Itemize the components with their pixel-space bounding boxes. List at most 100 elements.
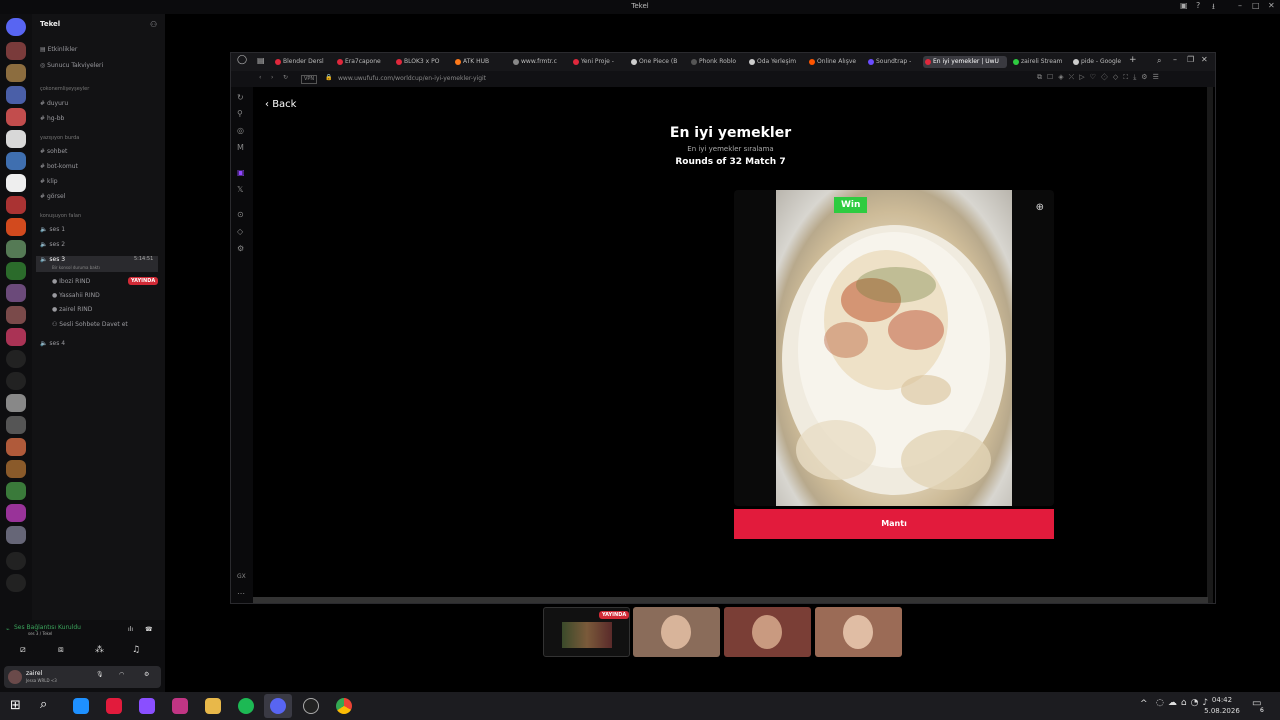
forward-nav-icon[interactable]: › <box>271 74 273 81</box>
lock-icon[interactable]: 🔒 <box>325 74 332 81</box>
server-icon[interactable] <box>6 262 26 280</box>
browser-tab[interactable]: zaireli Stream <box>1011 56 1069 68</box>
mail-icon[interactable]: M <box>237 143 244 152</box>
server-icon[interactable] <box>6 328 26 346</box>
server-icon[interactable] <box>6 306 26 324</box>
stream-tile[interactable]: YAYINDA <box>543 607 630 657</box>
server-icon[interactable] <box>6 108 26 126</box>
channel-gorsel[interactable]: # görsel <box>40 193 65 200</box>
pinboard-icon[interactable]: ◇ <box>237 227 243 236</box>
category-header[interactable]: konuşuyon falan <box>40 213 81 219</box>
headphones-icon[interactable]: ◠ <box>119 671 124 678</box>
channel-duyuru[interactable]: # duyuru <box>40 100 68 107</box>
voice-user[interactable]: ● Yassahii RIND <box>52 292 100 299</box>
server-icon[interactable] <box>6 460 26 478</box>
server-icon[interactable] <box>6 416 26 434</box>
add-friend-icon[interactable]: ⚇ <box>150 20 157 29</box>
mic-icon[interactable]: 🎙 <box>96 671 104 678</box>
server-icon[interactable] <box>6 504 26 522</box>
browser-tab[interactable]: Online Alışve <box>807 56 865 68</box>
server-icon[interactable] <box>6 438 26 456</box>
category-header[interactable]: çokonemlişeyşeyler <box>40 86 89 92</box>
stream-tile[interactable] <box>724 607 811 657</box>
category-header[interactable]: yazışıyon burda <box>40 135 79 141</box>
minimize-button[interactable]: – <box>1238 1 1242 10</box>
soundboard-icon[interactable]: ♫ <box>132 645 140 655</box>
channel-klip[interactable]: # klip <box>40 178 58 185</box>
opera-gx-icon[interactable] <box>106 698 122 714</box>
stream-tile[interactable] <box>815 607 902 657</box>
zoom-icon[interactable]: ⊕ <box>1036 202 1044 213</box>
aria-icon[interactable]: ⚲ <box>237 109 243 118</box>
maximize-button[interactable]: □ <box>1252 1 1260 10</box>
windows-start-icon[interactable]: ⊞ <box>10 698 21 713</box>
server-icon[interactable] <box>6 526 26 544</box>
activity-icon[interactable]: ⁂ <box>95 645 104 655</box>
choice-button[interactable]: Mantı <box>734 509 1054 539</box>
connection-channel[interactable]: ses 3 / Tekel <box>28 631 52 636</box>
taskbar-app-icon[interactable] <box>73 698 89 714</box>
minimize-button[interactable]: – <box>1173 55 1177 64</box>
history-icon[interactable]: ↻ <box>237 93 244 102</box>
server-icon[interactable] <box>6 152 26 170</box>
browser-tab[interactable]: ATK HUB <box>453 56 509 68</box>
download-icon[interactable]: ⭳ <box>1212 1 1215 15</box>
disconnect-icon[interactable]: ☎ <box>145 626 152 633</box>
invite-to-voice[interactable]: ⚇ Sesli Sohbete Davet et <box>52 321 128 328</box>
browser-tab[interactable]: BLOK3 x PO <box>394 56 452 68</box>
gx-icon[interactable]: GX <box>237 573 246 580</box>
browser-tab[interactable]: Blender Dersl <box>273 56 331 68</box>
system-clock[interactable]: 04:42 5.08.2026 <box>1200 695 1244 717</box>
browser-tab[interactable]: One Piece (B <box>629 56 687 68</box>
server-icon[interactable] <box>6 174 26 192</box>
taskbar-app-icon[interactable] <box>139 698 155 714</box>
server-icon[interactable] <box>6 218 26 236</box>
browser-tab-active[interactable]: En iyi yemekler | UwU <box>923 56 1007 68</box>
chevron-up-icon[interactable]: ^ <box>1140 699 1148 709</box>
back-button[interactable]: ‹ Back <box>265 99 296 110</box>
instagram-icon[interactable] <box>172 698 188 714</box>
candidate-image[interactable] <box>776 190 1012 506</box>
more-icon[interactable]: ⋯ <box>237 589 245 598</box>
browser-tab[interactable]: Soundtrap - <box>866 56 922 68</box>
browser-tab[interactable]: pide - Google <box>1071 56 1127 68</box>
tab-menu-icon[interactable]: ▤ <box>257 56 265 65</box>
noise-suppression-icon[interactable]: ılı <box>128 626 133 633</box>
server-icon[interactable] <box>6 372 26 390</box>
camera-icon[interactable]: ⧄ <box>20 645 26 655</box>
browser-tab[interactable]: Oda Yerleşim <box>747 56 805 68</box>
candidate-card[interactable]: Win ⊕ <box>734 190 1054 506</box>
voice-channel-ses-2[interactable]: 🔈 ses 2 <box>40 241 65 248</box>
search-tabs-icon[interactable]: ⌕ <box>1157 56 1161 66</box>
server-icon[interactable] <box>6 284 26 302</box>
channel-bot-komut[interactable]: # bot-komut <box>40 163 78 170</box>
stream-tile[interactable] <box>633 607 720 657</box>
new-tab-icon[interactable]: + <box>1129 55 1137 65</box>
player-icon[interactable]: ⊙ <box>237 210 244 219</box>
connection-status[interactable]: Ses Bağlantısı Kuruldu <box>14 624 81 631</box>
toolbar-icons[interactable]: ⧉☐◈⤫▷♡⟐◇⛶⤓⚙☰ <box>1037 73 1164 82</box>
search-icon[interactable]: ⌕ <box>40 697 47 712</box>
server-icon[interactable] <box>6 42 26 60</box>
twitch-icon[interactable]: ▣ <box>237 168 245 177</box>
voice-channel-ses-1[interactable]: 🔈 ses 1 <box>40 226 65 233</box>
discord-icon[interactable] <box>270 698 286 714</box>
voice-channel-ses-4[interactable]: 🔈 ses 4 <box>40 340 65 347</box>
chrome-icon[interactable] <box>336 698 352 714</box>
vpn-badge[interactable]: VPN <box>301 75 318 84</box>
boosts-item[interactable]: ◎ Sunucu Takviyeleri <box>40 62 103 69</box>
settings-icon[interactable]: ⚙ <box>144 671 149 678</box>
help-icon[interactable]: ? <box>1196 1 1200 10</box>
browser-tab[interactable]: www.frmtr.c <box>511 56 567 68</box>
discord-home-icon[interactable] <box>6 18 26 36</box>
messenger-icon[interactable]: ◎ <box>237 126 244 135</box>
back-nav-icon[interactable]: ‹ <box>259 74 261 81</box>
avatar[interactable] <box>8 670 22 684</box>
screen-share-icon[interactable]: ⧈ <box>58 645 64 655</box>
discover-icon[interactable] <box>6 574 26 592</box>
voice-user[interactable]: ● zairel RIND <box>52 306 92 313</box>
server-icon[interactable] <box>6 240 26 258</box>
voice-user[interactable]: ● Ibozi RIND <box>52 278 90 285</box>
url-field[interactable]: www.uwufufu.com/worldcup/en-iyi-yemekler… <box>338 75 486 82</box>
server-icon[interactable] <box>6 482 26 500</box>
